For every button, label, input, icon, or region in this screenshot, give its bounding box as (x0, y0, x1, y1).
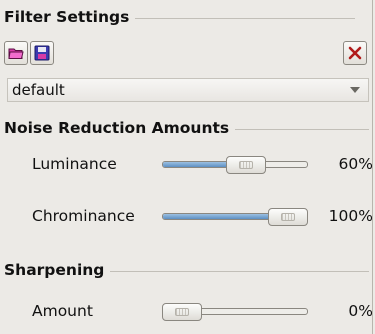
chrominance-value: 100% (328, 207, 373, 225)
luminance-value: 60% (338, 155, 373, 173)
grip-icon (238, 161, 253, 169)
header-divider (135, 17, 355, 19)
sharpening-amount-label: Amount (32, 302, 93, 320)
noise-reduction-title: Noise Reduction Amounts (4, 119, 230, 137)
header-divider (110, 270, 369, 272)
preset-dropdown[interactable]: default (7, 78, 369, 102)
close-icon (348, 46, 362, 60)
sharpening-title: Sharpening (4, 261, 105, 279)
sharpening-amount-slider-handle[interactable] (162, 303, 202, 321)
luminance-slider-handle[interactable] (225, 156, 266, 174)
chrominance-slider-handle[interactable] (268, 208, 308, 226)
chevron-down-icon (350, 87, 360, 93)
floppy-disk-icon (34, 45, 50, 61)
chrominance-label: Chrominance (32, 207, 135, 225)
reset-preset-button[interactable] (343, 41, 367, 65)
open-preset-button[interactable] (4, 41, 28, 65)
save-preset-button[interactable] (30, 41, 54, 65)
luminance-label: Luminance (32, 155, 117, 173)
panel-border (372, 0, 373, 334)
noise-reduction-header: Noise Reduction Amounts (4, 117, 369, 139)
folder-open-icon (8, 48, 24, 59)
filter-settings-title: Filter Settings (4, 8, 130, 26)
sharpening-amount-value: 0% (348, 302, 373, 320)
sharpening-header: Sharpening (4, 259, 369, 281)
filter-settings-header: Filter Settings (4, 6, 355, 28)
filter-panel: Filter Settings default Noise Reduction … (0, 0, 375, 334)
header-divider (235, 128, 369, 130)
preset-dropdown-value: default (12, 81, 65, 99)
grip-icon (175, 308, 189, 316)
grip-icon (281, 213, 295, 221)
